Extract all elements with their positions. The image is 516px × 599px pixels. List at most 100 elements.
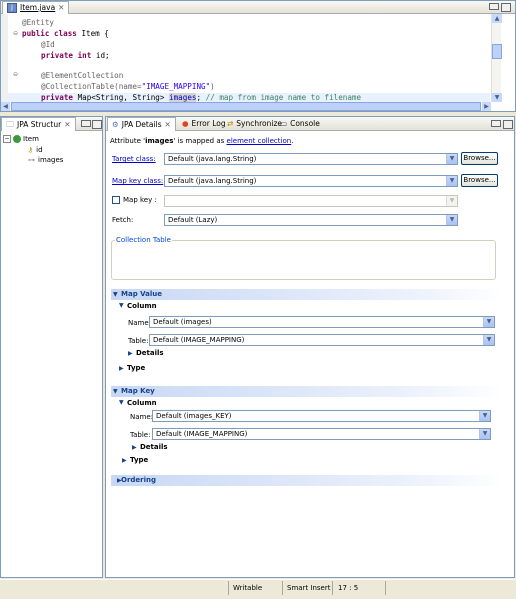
code-string: "IMAGE_MAPPING" <box>141 82 211 91</box>
id-attribute-icon: ⚷ <box>28 146 34 154</box>
fold-collapse-icon[interactable]: ⊖ <box>13 30 18 37</box>
ordering-section[interactable]: Ordering <box>111 475 503 486</box>
minimize-icon[interactable] <box>489 3 499 10</box>
type-collapsed-icon[interactable]: ▶ <box>119 365 124 372</box>
status-separator <box>385 581 386 595</box>
maximize-icon[interactable] <box>501 3 511 12</box>
scroll-thumb[interactable] <box>492 44 502 59</box>
column-expanded-icon[interactable]: ▼ <box>119 399 124 406</box>
editor-horizontal-scrollbar[interactable]: ◀ ▶ <box>1 102 491 111</box>
map-key-name-label: Name: <box>130 413 154 421</box>
combo-value: Default (images_KEY) <box>156 412 232 420</box>
section-expanded-icon[interactable]: ▼ <box>113 291 118 298</box>
ordering-title: Ordering <box>121 476 157 484</box>
map-key-name-combo[interactable]: Default (images_KEY) ▼ <box>152 410 491 422</box>
column-expanded-icon[interactable]: ▼ <box>119 302 124 309</box>
attribute-end: . <box>291 137 294 145</box>
tab-error-log[interactable]: ● Error Log <box>178 117 230 130</box>
code-comment: // map from image name to filename <box>205 93 362 102</box>
section-expanded-icon[interactable]: ▼ <box>113 388 118 395</box>
section-collapsed-icon[interactable]: ▶ <box>117 477 122 484</box>
scroll-left-icon[interactable]: ◀ <box>1 102 10 111</box>
synchronize-icon: ⇄ <box>227 119 234 128</box>
chevron-down-icon[interactable]: ▼ <box>446 215 457 225</box>
chevron-down-icon[interactable]: ▼ <box>446 196 457 206</box>
browse-button-2[interactable]: Browse... <box>461 174 498 187</box>
code-annotation: @ElementCollection <box>41 71 124 80</box>
chevron-down-icon[interactable]: ▼ <box>483 335 494 345</box>
tab-label: JPA Structur <box>17 120 62 129</box>
map-value-type-title[interactable]: Type <box>127 364 145 372</box>
map-key-combo[interactable]: ▼ <box>164 195 458 207</box>
combo-value: Default (images) <box>153 318 212 326</box>
type-collapsed-icon[interactable]: ▶ <box>122 457 127 464</box>
close-icon[interactable]: ✕ <box>64 118 70 131</box>
tree-item-images[interactable]: ⊶ images <box>28 155 63 165</box>
scroll-right-icon[interactable]: ▶ <box>482 102 491 111</box>
code-line-3: @Id <box>41 40 55 49</box>
attribute-name: images <box>145 137 174 145</box>
tab-label: Item.java <box>20 3 56 12</box>
status-insert-mode: Smart Insert <box>287 584 331 592</box>
chevron-down-icon[interactable]: ▼ <box>446 154 457 164</box>
chevron-down-icon[interactable]: ▼ <box>479 429 490 439</box>
attribute-mid: ' is mapped as <box>173 137 227 145</box>
fetch-combo[interactable]: Default (Lazy) ▼ <box>164 214 458 226</box>
editor-tabbar <box>1 1 515 14</box>
jpa-details-icon: ⚙ <box>112 120 119 129</box>
element-collection-link[interactable]: element collection <box>227 137 292 145</box>
target-class-combo[interactable]: Default (java.lang.String) ▼ <box>164 153 458 165</box>
browse-button[interactable]: Browse... <box>461 152 498 165</box>
map-key-details-title[interactable]: Details <box>140 443 168 451</box>
scroll-up-icon[interactable]: ▲ <box>492 14 502 23</box>
map-key-title: Map Key <box>121 387 155 395</box>
editor-vertical-scrollbar[interactable]: ▲ ▼ <box>491 14 502 102</box>
scroll-down-icon[interactable]: ▼ <box>492 93 502 102</box>
close-icon[interactable]: ✕ <box>58 2 64 14</box>
hscroll-thumb[interactable] <box>11 102 481 111</box>
map-key-table-combo[interactable]: Default (IMAGE_MAPPING) ▼ <box>152 428 491 440</box>
map-key-section[interactable]: Map Key <box>111 386 503 397</box>
tab-item-java[interactable]: J Item.java ✕ <box>2 1 70 14</box>
attribute-mapping-text: Attribute 'images' is mapped as element … <box>110 137 293 145</box>
map-value-table-combo[interactable]: Default (IMAGE_MAPPING) ▼ <box>149 334 495 346</box>
status-separator <box>332 581 333 595</box>
code-text: Map<String, String> <box>73 93 170 102</box>
collapse-icon[interactable]: − <box>3 135 11 143</box>
chevron-down-icon[interactable]: ▼ <box>446 176 457 186</box>
tree-item-root[interactable]: − Item <box>3 134 39 144</box>
target-class-link[interactable]: Target class: <box>112 155 156 163</box>
status-writable: Writable <box>233 584 263 592</box>
map-value-section[interactable]: Map Value <box>111 289 503 300</box>
code-line-1: @Entity <box>22 18 54 27</box>
code-line-7[interactable]: private Map<String, String> images; // m… <box>41 93 361 102</box>
map-key-column-title: Column <box>127 399 157 407</box>
collection-table-group <box>111 240 496 280</box>
maximize-icon[interactable] <box>503 120 513 129</box>
map-value-details-title[interactable]: Details <box>136 349 164 357</box>
tab-jpa-details[interactable]: ⚙ JPA Details ✕ <box>107 117 176 131</box>
map-key-class-combo[interactable]: Default (java.lang.String) ▼ <box>164 175 458 187</box>
map-value-name-combo[interactable]: Default (images) ▼ <box>149 316 495 328</box>
minimize-icon[interactable] <box>491 120 501 127</box>
tab-label: Console <box>290 119 320 128</box>
map-key-class-link[interactable]: Map key class: <box>112 177 163 185</box>
tab-jpa-structure[interactable]: 🗀 JPA Structur ✕ <box>1 117 76 131</box>
tree-item-id[interactable]: ⚷ id <box>28 145 43 155</box>
maximize-icon[interactable] <box>92 120 102 129</box>
chevron-down-icon[interactable]: ▼ <box>483 317 494 327</box>
collection-table-label: Collection Table <box>115 236 172 244</box>
details-collapsed-icon[interactable]: ▶ <box>132 444 137 451</box>
map-key-type-title[interactable]: Type <box>130 456 148 464</box>
combo-value: Default (IMAGE_MAPPING) <box>156 430 248 438</box>
code-keyword: private int <box>41 51 92 60</box>
console-icon: ▭ <box>280 119 288 128</box>
fold-collapse-icon-2[interactable]: ⊖ <box>13 71 18 78</box>
details-collapsed-icon[interactable]: ▶ <box>128 350 133 357</box>
tab-console[interactable]: ▭ Console <box>276 117 324 130</box>
close-icon[interactable]: ✕ <box>165 118 171 131</box>
map-key-table-label: Table: <box>130 431 151 439</box>
map-key-checkbox[interactable] <box>112 196 120 204</box>
chevron-down-icon[interactable]: ▼ <box>479 411 490 421</box>
minimize-icon[interactable] <box>81 120 91 127</box>
